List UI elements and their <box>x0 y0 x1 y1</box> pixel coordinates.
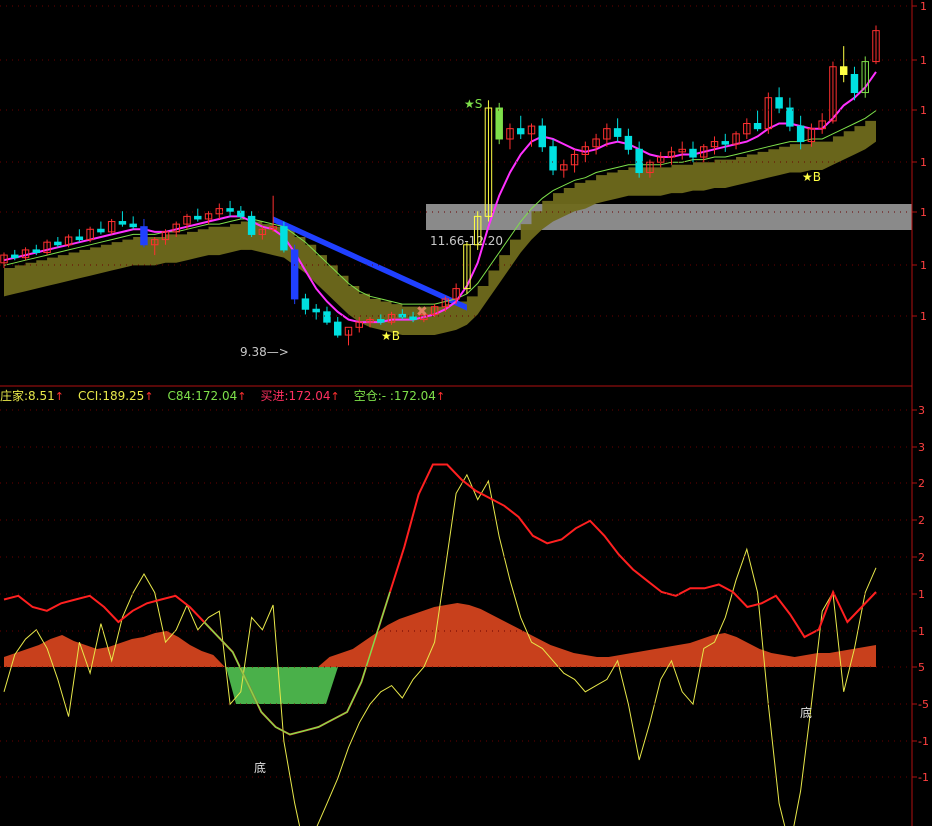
top-axis-label: 1 <box>920 206 927 219</box>
candle-body <box>280 226 288 251</box>
legend-label: C84:172.04 <box>167 389 238 403</box>
bottom-label-1: 底 <box>254 760 266 775</box>
star-b-1: ★B <box>381 329 400 343</box>
candle-body <box>75 236 84 241</box>
legend-arrow-icon: ↑ <box>330 390 340 403</box>
top-axis-label: 1 <box>920 310 927 323</box>
candle-body <box>226 208 234 212</box>
candle-body <box>517 128 525 135</box>
candle-body <box>140 226 148 246</box>
bottom-axis-label: 2 <box>918 551 925 564</box>
legend-label: 买进:172.04 <box>260 389 331 403</box>
legend-item-1: 庄家:8.51↑ <box>0 389 64 403</box>
candle-body <box>613 128 622 137</box>
star-b-2: ★B <box>802 170 821 184</box>
candle-body <box>549 146 557 171</box>
bottom-axis-label: -5 <box>918 698 929 711</box>
candle-body <box>689 148 697 158</box>
candle-body <box>333 321 342 336</box>
legend-label: CCI:189.25 <box>77 389 145 403</box>
bottom-axis-label: -1 <box>918 771 929 784</box>
legend-arrow-icon: ↑ <box>54 390 64 403</box>
candle-body <box>247 215 256 235</box>
top-axis-label: 1 <box>920 54 927 67</box>
candle-body <box>11 254 19 259</box>
candle-body <box>323 311 331 323</box>
candle-body <box>97 228 105 233</box>
legend-arrow-icon: ↑ <box>237 390 247 403</box>
bottom-axis-label: 3 <box>918 404 925 417</box>
price-range-box <box>426 204 912 230</box>
candle-body <box>129 223 137 228</box>
top-axis-label: 1 <box>920 104 927 117</box>
candle-body <box>377 319 385 323</box>
legend-item-5: 空仓:- :172.04↑ <box>354 389 445 403</box>
top-axis-label: 1 <box>920 156 927 169</box>
bottom-axis-label: 5 <box>918 661 925 674</box>
candle-body <box>721 141 730 145</box>
candle-body <box>312 308 320 313</box>
candle-body <box>635 148 643 174</box>
bottom-label-2: 底 <box>800 705 812 720</box>
bottom-axis-label: 3 <box>918 441 925 454</box>
top-axis-label: 1 <box>920 259 927 272</box>
legend-arrow-icon: ↑ <box>435 390 446 403</box>
star-s: ★S <box>464 97 482 111</box>
candle-body <box>786 107 794 127</box>
bottom-axis-label: 2 <box>918 514 925 527</box>
bottom-axis-label: -1 <box>918 735 929 748</box>
sell-icon: ✖ <box>416 304 428 320</box>
indicator-legend: 庄家:8.51↑ CCI:189.25↑ C84:172.04↑ 买进:172.04↑… <box>0 387 459 405</box>
candle-body <box>775 97 783 109</box>
legend-item-3: C84:172.04↑ <box>168 389 247 403</box>
candle-body <box>54 241 62 246</box>
bottom-axis-label: 1 <box>918 588 925 601</box>
legend-arrow-icon: ↑ <box>144 390 154 403</box>
candle-body <box>32 249 41 253</box>
low-price-label: 9.38—> <box>240 345 289 359</box>
legend-label: 庄家:8.51 <box>0 389 55 403</box>
legend-item-2: CCI:189.25↑ <box>78 389 154 403</box>
bottom-axis-label: 1 <box>918 625 925 638</box>
chart-canvas: 11.66-12.20★S★B★B9.38—>✖ 底底 111111133222… <box>0 0 932 826</box>
candle-body <box>194 215 202 220</box>
candle-body <box>753 123 762 130</box>
candle-body <box>301 298 310 310</box>
candle-body <box>290 249 299 300</box>
candle-body <box>118 221 127 225</box>
candle-body <box>839 66 848 75</box>
top-axis-label: 1 <box>920 0 927 13</box>
candle-body <box>850 73 859 94</box>
candle-body <box>796 125 805 143</box>
candle-body <box>538 125 547 148</box>
candle-body <box>495 107 503 140</box>
legend-label: 空仓:- :172.04 <box>353 389 436 403</box>
candle-body <box>624 135 633 150</box>
legend-item-4: 买进:172.04↑ <box>260 389 339 403</box>
bottom-axis-label: 2 <box>918 477 925 490</box>
